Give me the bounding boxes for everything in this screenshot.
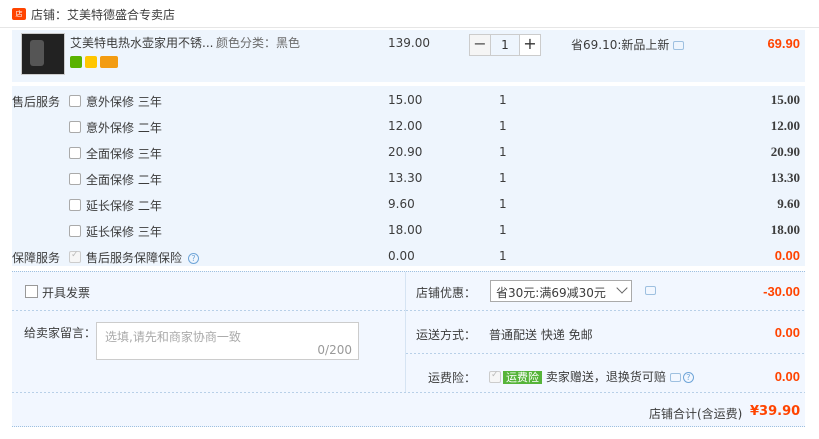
after-sales-label: 售后服务	[12, 95, 61, 109]
item-price: 139.00	[388, 36, 430, 50]
service-name-2: 意外保修 二年	[86, 121, 162, 135]
service-qty-3: 1	[499, 145, 507, 159]
minus-button[interactable]: −	[469, 34, 491, 56]
service-price-1: 15.00	[388, 93, 423, 107]
freight-insurance-info: 运费险 卖家赠送，退换货可赔?	[503, 368, 694, 385]
guarantee-qty: 1	[499, 249, 507, 263]
service-subtotal-3: 20.90	[770, 144, 800, 159]
quantity-stepper[interactable]: − 1 +	[469, 34, 541, 56]
service-subtotal-6: 18.00	[770, 222, 800, 237]
service-name-1: 意外保修 三年	[86, 95, 162, 109]
service-qty-6: 1	[499, 223, 507, 237]
message-icon[interactable]	[645, 286, 656, 295]
service-price-5: 9.60	[388, 197, 415, 211]
shop-discount-value: 省30元:满69减30元	[496, 286, 606, 300]
plus-button[interactable]: +	[519, 34, 541, 56]
service-checkbox-2[interactable]	[69, 121, 81, 133]
message-label: 给卖家留言：	[24, 326, 97, 340]
item-sku: 颜色分类：黑色	[216, 36, 301, 50]
invoice-label[interactable]: 开具发票	[42, 284, 90, 301]
service-subtotal-1: 15.00	[770, 92, 800, 107]
divider	[406, 310, 805, 311]
guarantee-name: 售后服务保障保险	[86, 251, 183, 265]
message-icon[interactable]	[669, 373, 681, 382]
footer-divider	[405, 272, 406, 392]
seven-day-return-icon	[70, 56, 82, 68]
guarantee-checkbox	[69, 250, 81, 263]
guarantee-subtotal: 0.00	[774, 248, 800, 263]
invoice-checkbox[interactable]	[25, 285, 38, 298]
message-textarea[interactable]: 选填,请先和商家协商一致 0/200	[96, 322, 359, 360]
quantity-input[interactable]: 1	[491, 34, 519, 56]
help-icon[interactable]: ?	[188, 253, 200, 264]
service-name-3: 全面保修 三年	[86, 147, 162, 161]
service-qty-4: 1	[499, 171, 507, 185]
shipping-amount: 0.00	[774, 325, 800, 340]
shipping-label: 运送方式：	[416, 328, 477, 342]
shop-total-value: ¥39.90	[750, 404, 801, 419]
service-checkbox-1[interactable]	[69, 95, 81, 107]
guarantee-icon	[85, 56, 97, 68]
service-price-2: 12.00	[388, 119, 423, 133]
item-title[interactable]: 艾美特电热水壶家用不锈...	[70, 34, 220, 51]
message-placeholder: 选填,请先和商家协商一致	[105, 330, 241, 344]
freight-insurance-label: 运费险：	[428, 371, 477, 385]
credit-card-icon	[100, 56, 118, 68]
guarantee-price: 0.00	[388, 249, 415, 263]
divider	[12, 310, 405, 311]
service-checkbox-3[interactable]	[69, 147, 81, 159]
service-price-6: 18.00	[388, 223, 423, 237]
shop-name[interactable]: 店铺：艾美特德盛合专卖店	[31, 6, 175, 23]
divider	[406, 353, 805, 354]
service-qty-2: 1	[499, 119, 507, 133]
guarantee-label: 保障服务	[12, 251, 61, 265]
kettle-image	[30, 40, 44, 66]
service-name-4: 全面保修 二年	[86, 173, 162, 187]
service-qty-1: 1	[499, 93, 507, 107]
freight-insurance-badge: 运费险	[503, 371, 542, 384]
item-subtotal: 69.90	[767, 36, 800, 51]
guarantee-name-wrap: 售后服务保障保险?	[86, 249, 200, 266]
shop-name-link[interactable]: 艾美特德盛合专卖店	[67, 8, 175, 22]
freight-insurance-amount: 0.00	[774, 369, 800, 384]
service-subtotal-2: 12.00	[770, 118, 800, 133]
shop-label: 店铺：	[31, 8, 68, 22]
chevron-down-icon	[616, 282, 628, 294]
discount-label: 省69.10:新品上新	[571, 38, 670, 52]
divider	[12, 392, 805, 393]
service-checkbox-4[interactable]	[69, 173, 81, 185]
shop-icon: 店	[12, 8, 26, 20]
item-badges	[70, 56, 118, 68]
message-icon[interactable]	[673, 41, 685, 50]
service-price-4: 13.30	[388, 171, 423, 185]
service-subtotal-4: 13.30	[770, 170, 800, 185]
service-qty-5: 1	[499, 197, 507, 211]
service-checkbox-5[interactable]	[69, 199, 81, 211]
freight-insurance-text: 卖家赠送，退换货可赔	[545, 370, 666, 384]
product-thumbnail[interactable]	[21, 33, 65, 75]
shop-total-label: 店铺合计(含运费)	[649, 407, 743, 421]
service-price-3: 20.90	[388, 145, 423, 159]
service-checkbox-6[interactable]	[69, 225, 81, 237]
shop-discount-amount: -30.00	[763, 284, 800, 299]
shop-discount-label: 店铺优惠：	[416, 286, 477, 300]
discount-text: 省69.10:新品上新	[571, 36, 685, 53]
message-char-count: 0/200	[317, 343, 352, 357]
shipping-method: 普通配送 快递 免邮	[489, 328, 593, 342]
freight-insurance-checkbox	[489, 370, 501, 383]
service-name-5: 延长保修 二年	[86, 199, 162, 213]
service-name-6: 延长保修 三年	[86, 225, 162, 239]
shop-discount-select[interactable]: 省30元:满69减30元	[490, 280, 632, 302]
service-subtotal-5: 9.60	[777, 196, 800, 211]
